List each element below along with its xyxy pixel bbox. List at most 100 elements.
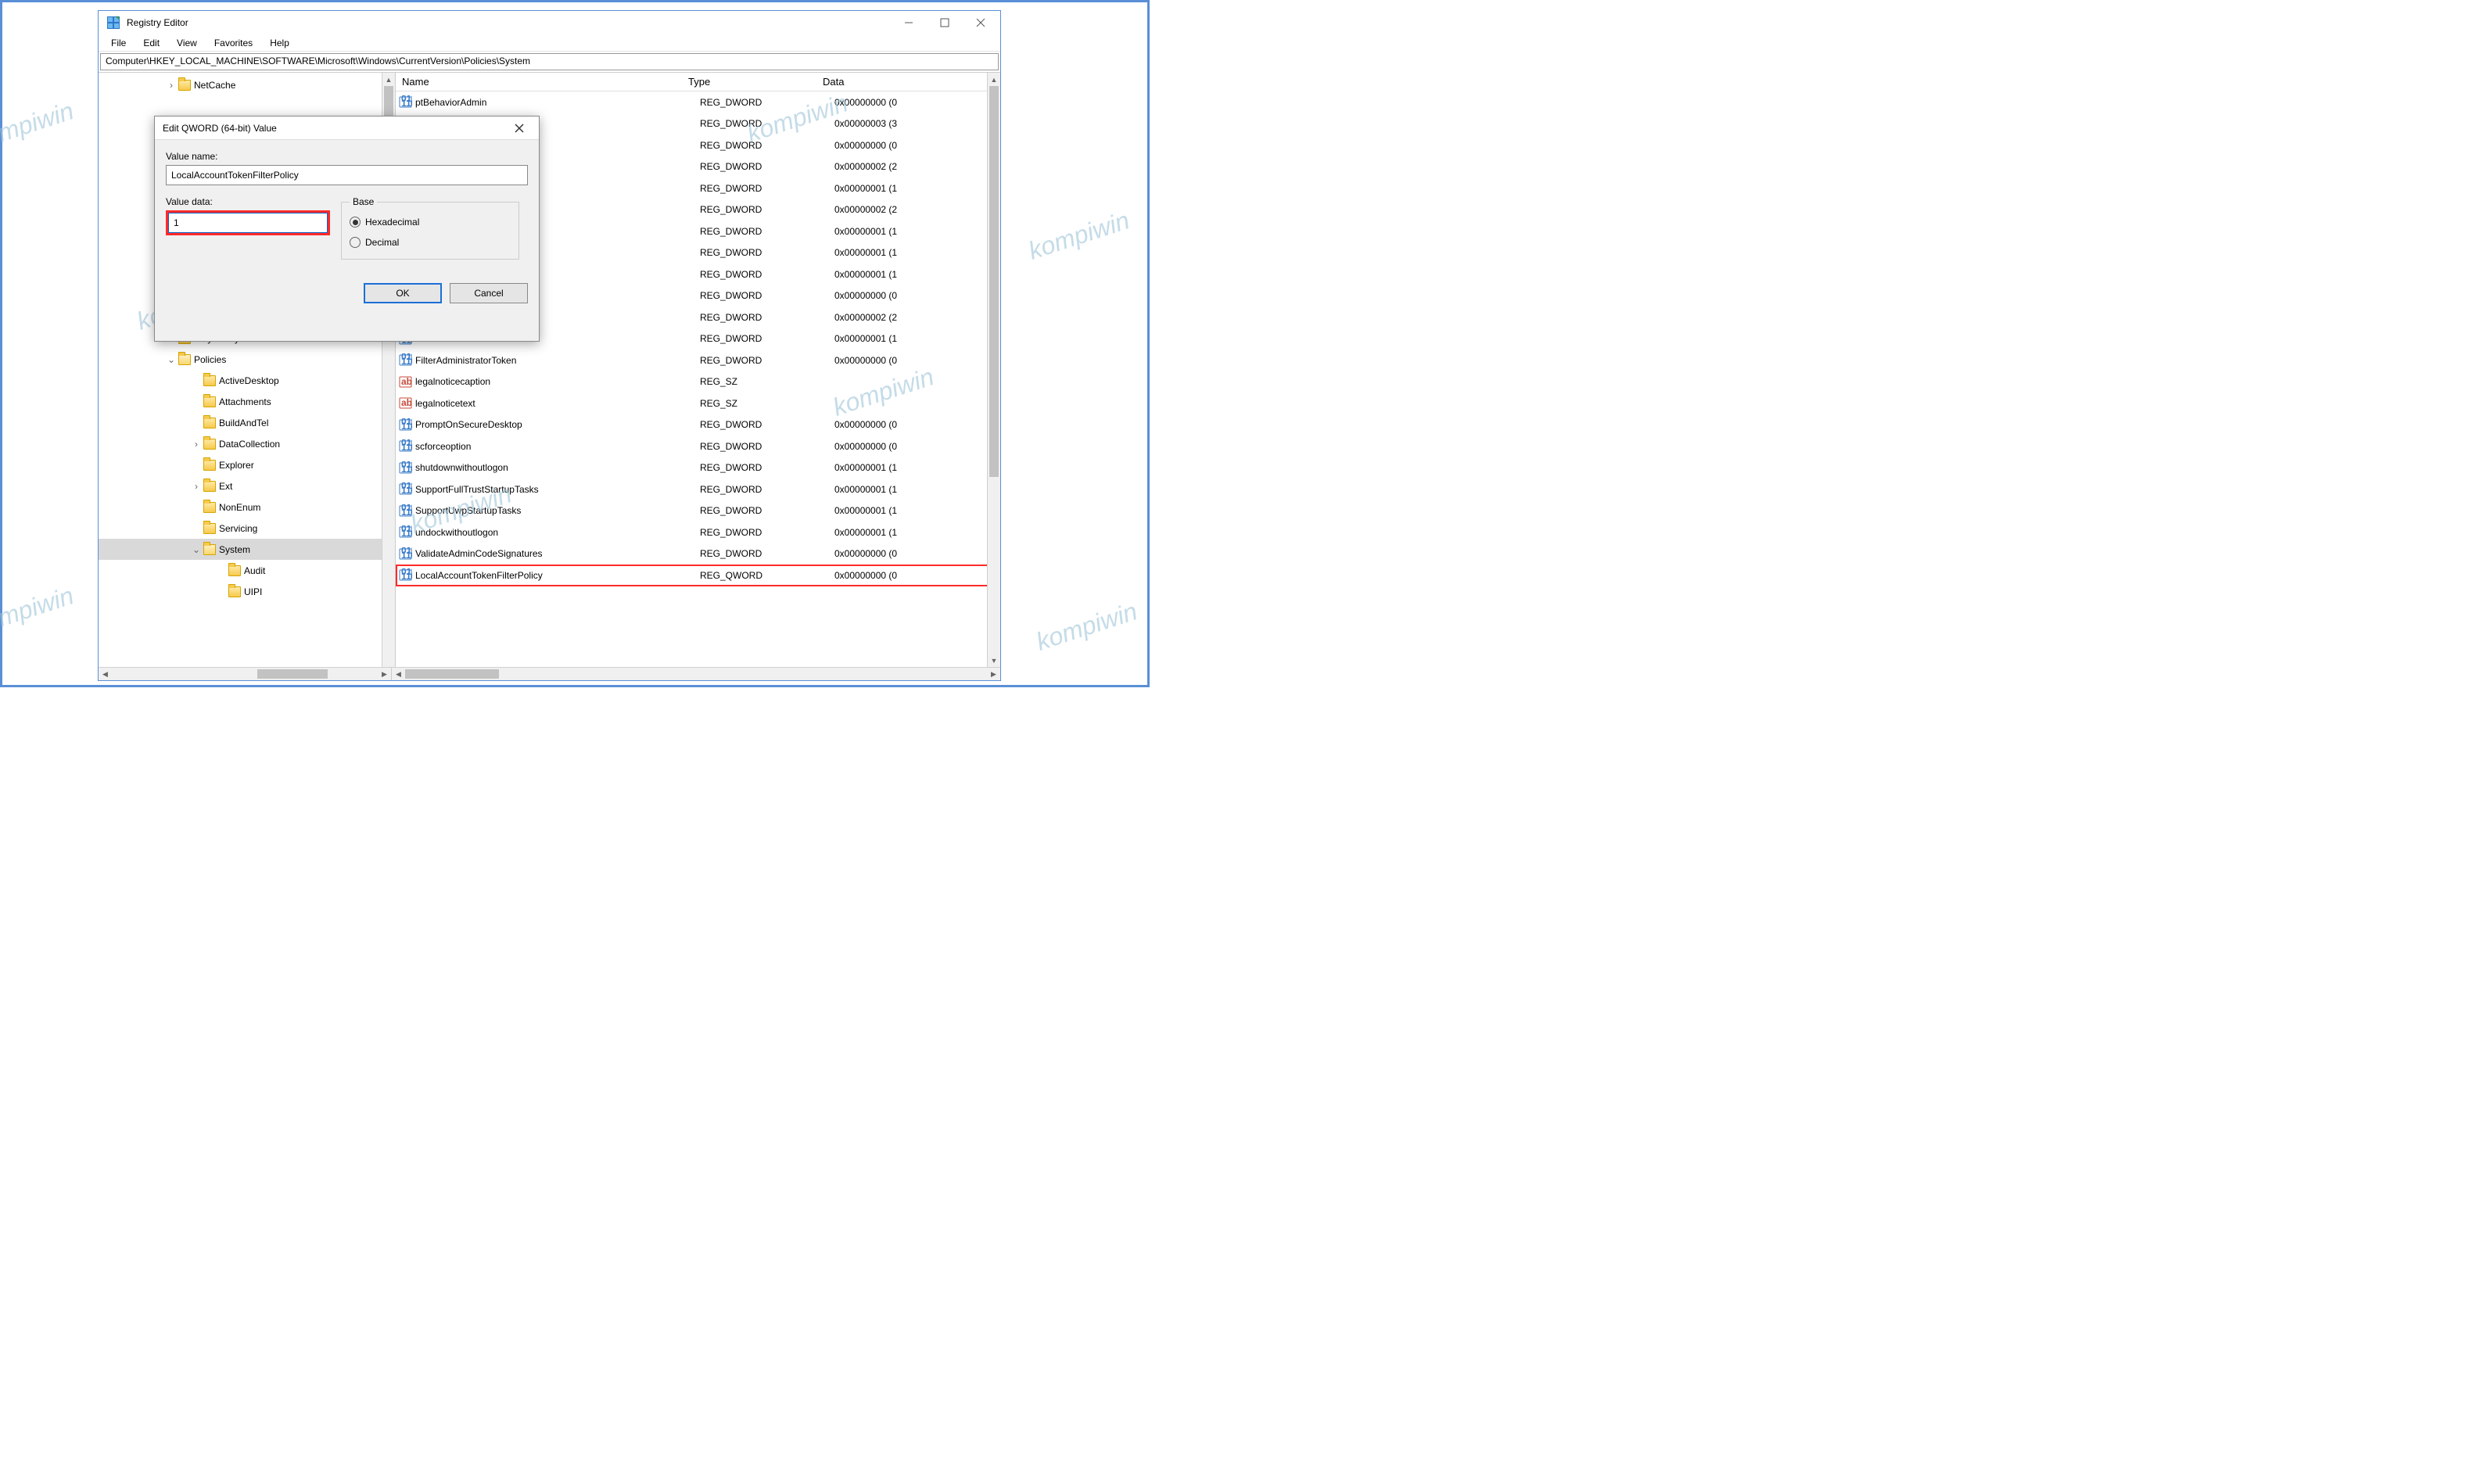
scroll-thumb[interactable] bbox=[405, 669, 499, 679]
menu-favorites[interactable]: Favorites bbox=[206, 36, 260, 50]
value-type: REG_DWORD bbox=[700, 290, 834, 301]
value-data-input[interactable] bbox=[168, 213, 328, 233]
registry-value-row[interactable]: 011110SupportUwpStartupTasksREG_DWORD0x0… bbox=[396, 500, 1000, 522]
value-type: REG_DWORD bbox=[700, 118, 834, 129]
scroll-thumb[interactable] bbox=[257, 669, 328, 679]
registry-value-row[interactable]: 011110SupportFullTrustStartupTasksREG_DW… bbox=[396, 479, 1000, 500]
tree-item[interactable]: Servicing bbox=[99, 518, 395, 539]
value-data: 0x00000000 (0 bbox=[834, 355, 1000, 366]
value-data: 0x00000000 (0 bbox=[834, 570, 1000, 581]
scroll-down-icon[interactable]: ▼ bbox=[988, 654, 1000, 667]
col-type[interactable]: Type bbox=[685, 76, 820, 88]
folder-icon bbox=[203, 375, 216, 386]
base-groupbox: Base Hexadecimal Decimal bbox=[341, 196, 519, 260]
registry-value-row[interactable]: 011110scforceoptionREG_DWORD0x00000000 (… bbox=[396, 436, 1000, 457]
maximize-button[interactable] bbox=[927, 11, 963, 34]
radio-decimal[interactable]: Decimal bbox=[350, 232, 511, 253]
scroll-up-icon[interactable]: ▲ bbox=[382, 73, 395, 86]
folder-icon bbox=[203, 481, 216, 492]
scroll-right-icon[interactable]: ▶ bbox=[378, 668, 391, 680]
tree-item[interactable]: › NetCache bbox=[99, 74, 395, 95]
list-vertical-scrollbar[interactable]: ▲ ▼ bbox=[987, 73, 1000, 667]
folder-icon bbox=[203, 439, 216, 450]
registry-value-row[interactable]: 011110shutdownwithoutlogonREG_DWORD0x000… bbox=[396, 457, 1000, 479]
tree-item[interactable]: ⌄Policies bbox=[99, 349, 395, 370]
tree-item[interactable]: ›Ext bbox=[99, 475, 395, 496]
list-header[interactable]: Name Type Data bbox=[396, 73, 1000, 91]
value-data: 0x00000001 (1 bbox=[834, 527, 1000, 538]
svg-text:110: 110 bbox=[401, 98, 412, 109]
edit-qword-dialog: Edit QWORD (64-bit) Value Value name: Va… bbox=[154, 116, 540, 342]
value-data: 0x00000002 (2 bbox=[834, 312, 1000, 323]
tree-item[interactable]: ActiveDesktop bbox=[99, 370, 395, 391]
tree-item[interactable]: BuildAndTel bbox=[99, 412, 395, 433]
chevron-right-icon[interactable]: › bbox=[191, 481, 202, 492]
value-data-label: Value data: bbox=[166, 196, 330, 207]
col-data[interactable]: Data bbox=[820, 76, 1000, 88]
menu-edit[interactable]: Edit bbox=[135, 36, 167, 50]
tree-item[interactable]: NonEnum bbox=[99, 496, 395, 518]
scroll-left-icon[interactable]: ◀ bbox=[99, 668, 112, 680]
registry-value-row[interactable]: 011110undockwithoutlogonREG_DWORD0x00000… bbox=[396, 522, 1000, 543]
tree-item-label: NonEnum bbox=[219, 502, 260, 513]
tree-item[interactable]: ⌄System bbox=[99, 539, 395, 560]
chevron-right-icon[interactable]: › bbox=[191, 439, 202, 450]
value-type: REG_DWORD bbox=[700, 161, 834, 172]
registry-value-row[interactable]: 011110ValidateAdminCodeSignaturesREG_DWO… bbox=[396, 543, 1000, 565]
chevron-right-icon[interactable]: › bbox=[166, 80, 177, 91]
value-data: 0x00000002 (2 bbox=[834, 204, 1000, 215]
scroll-left-icon[interactable]: ◀ bbox=[392, 668, 405, 680]
folder-icon bbox=[228, 565, 241, 576]
col-name[interactable]: Name bbox=[399, 76, 685, 88]
titlebar[interactable]: Registry Editor bbox=[99, 11, 1000, 34]
address-bar[interactable]: Computer\HKEY_LOCAL_MACHINE\SOFTWARE\Mic… bbox=[100, 53, 999, 70]
tree-item-label: Attachments bbox=[219, 396, 271, 407]
registry-value-row[interactable]: 011110PromptOnSecureDesktopREG_DWORD0x00… bbox=[396, 414, 1000, 436]
registry-value-row[interactable]: ablegalnoticecaptionREG_SZ bbox=[396, 371, 1000, 393]
registry-value-row[interactable]: 011110FilterAdministratorTokenREG_DWORD0… bbox=[396, 349, 1000, 371]
tree-item[interactable]: Attachments bbox=[99, 391, 395, 412]
menubar: File Edit View Favorites Help bbox=[99, 34, 1000, 52]
tree-item[interactable]: Audit bbox=[99, 560, 395, 581]
horizontal-scrollbar[interactable]: ◀ ▶ ◀ ▶ bbox=[99, 667, 1000, 680]
radio-icon bbox=[350, 237, 361, 248]
scroll-right-icon[interactable]: ▶ bbox=[987, 668, 1000, 680]
close-button[interactable] bbox=[963, 11, 999, 34]
ok-button[interactable]: OK bbox=[364, 283, 442, 303]
minimize-button[interactable] bbox=[891, 11, 927, 34]
radio-icon bbox=[350, 217, 361, 228]
tree-item-label: BuildAndTel bbox=[219, 418, 268, 428]
dialog-close-button[interactable] bbox=[508, 116, 531, 140]
chevron-down-icon[interactable]: ⌄ bbox=[191, 544, 202, 555]
menu-help[interactable]: Help bbox=[262, 36, 297, 50]
scroll-up-icon[interactable]: ▲ bbox=[988, 73, 1000, 86]
value-name: shutdownwithoutlogon bbox=[415, 462, 700, 473]
value-name: SupportUwpStartupTasks bbox=[415, 505, 700, 516]
chevron-down-icon[interactable]: ⌄ bbox=[166, 354, 177, 365]
tree-item[interactable]: UIPI bbox=[99, 581, 395, 602]
value-type: REG_DWORD bbox=[700, 484, 834, 495]
registry-value-row[interactable]: 011110ptBehaviorAdminREG_DWORD0x00000000… bbox=[396, 91, 1000, 113]
value-name-input[interactable] bbox=[166, 165, 528, 185]
scroll-thumb[interactable] bbox=[989, 86, 999, 477]
value-name: ValidateAdminCodeSignatures bbox=[415, 548, 700, 559]
dialog-titlebar[interactable]: Edit QWORD (64-bit) Value bbox=[155, 116, 539, 140]
reg-dword-icon: 011110 bbox=[399, 353, 412, 367]
value-name: legalnoticetext bbox=[415, 398, 700, 409]
value-name-label: Value name: bbox=[166, 151, 528, 162]
regedit-window: Registry Editor File Edit View Favorites… bbox=[98, 10, 1001, 681]
registry-value-row[interactable]: 011110LocalAccountTokenFilterPolicyREG_Q… bbox=[396, 565, 1000, 586]
value-type: REG_DWORD bbox=[700, 312, 834, 323]
tree-item[interactable]: Explorer bbox=[99, 454, 395, 475]
radio-hexadecimal[interactable]: Hexadecimal bbox=[350, 212, 511, 232]
reg-dword-icon: 011110 bbox=[399, 525, 412, 539]
reg-dword-icon: 011110 bbox=[399, 95, 412, 109]
registry-value-row[interactable]: ablegalnoticetextREG_SZ bbox=[396, 393, 1000, 414]
menu-file[interactable]: File bbox=[103, 36, 134, 50]
cancel-button[interactable]: Cancel bbox=[450, 283, 528, 303]
value-type: REG_DWORD bbox=[700, 333, 834, 344]
tree-item-label: NetCache bbox=[194, 80, 235, 91]
reg-sz-icon: ab bbox=[399, 375, 412, 389]
menu-view[interactable]: View bbox=[169, 36, 205, 50]
tree-item[interactable]: ›DataCollection bbox=[99, 433, 395, 454]
